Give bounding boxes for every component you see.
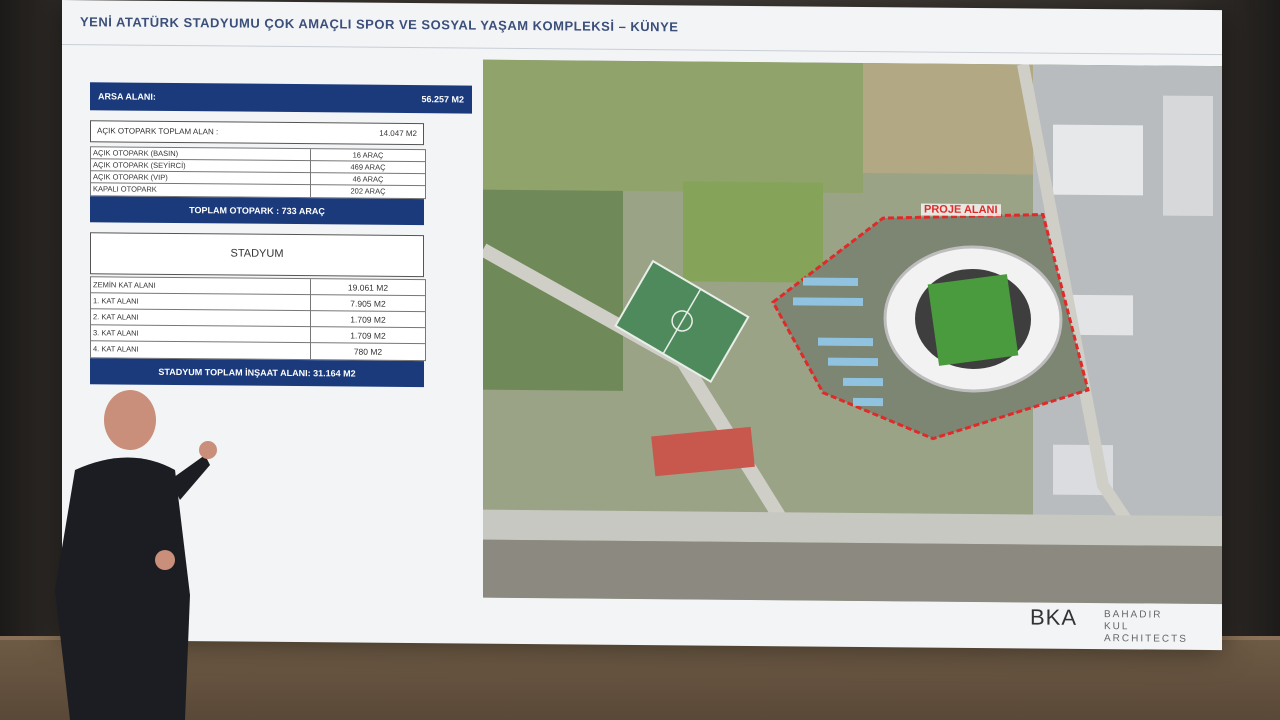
row-label: 3. KAT ALANI <box>93 328 139 338</box>
row-label: 2. KAT ALANI <box>93 312 139 322</box>
presenter-suit <box>55 457 190 720</box>
project-area-label: PROJE ALANI <box>921 203 1001 217</box>
stadyum-title: STADYUM <box>230 247 284 260</box>
otopark-total-bar: TOPLAM OTOPARK : 733 ARAÇ <box>90 196 424 226</box>
presenter-hand <box>199 441 217 459</box>
arsa-bar: ARSA ALANI: 56.257 M2 <box>90 82 472 114</box>
row-label: ZEMİN KAT ALANI <box>93 280 156 290</box>
table-row: KAPALI OTOPARK 202 ARAÇ <box>91 183 425 197</box>
logo-name: BAHADIR KUL ARCHITECTS <box>1104 609 1188 646</box>
aerial-map: PROJE ALANI <box>483 59 1222 605</box>
row-label: KAPALI OTOPARK <box>93 184 157 194</box>
row-value: 1.709 M2 <box>350 314 386 325</box>
presenter-hand-left <box>155 550 175 570</box>
row-value: 780 M2 <box>353 346 383 357</box>
title-divider <box>62 44 1222 56</box>
otopark-total: TOPLAM OTOPARK : 733 ARAÇ <box>189 205 325 217</box>
otopark-header-label: AÇIK OTOPARK TOPLAM ALAN : <box>97 126 219 137</box>
otopark-table: AÇIK OTOPARK (BASIN) 16 ARAÇ AÇIK OTOPAR… <box>90 146 426 200</box>
presenter <box>55 390 217 720</box>
arsa-value: 56.257 M2 <box>421 94 464 105</box>
row-value: 16 ARAÇ <box>352 150 384 160</box>
row-value: 1.709 M2 <box>350 330 386 341</box>
row-value: 202 ARAÇ <box>350 186 386 196</box>
otopark-header: AÇIK OTOPARK TOPLAM ALAN : 14.047 M2 <box>90 120 424 146</box>
table-row: 4. KAT ALANI 780 M2 <box>91 341 425 359</box>
row-label: AÇIK OTOPARK (VIP) <box>93 172 168 182</box>
row-label: AÇIK OTOPARK (SEYİRCİ) <box>93 160 186 171</box>
aerial-map-image <box>483 59 1222 605</box>
row-value: 469 ARAÇ <box>350 162 386 172</box>
logo-line2: ARCHITECTS <box>1104 633 1188 645</box>
stadyum-header: STADYUM <box>90 232 424 278</box>
slide-title: YENİ ATATÜRK STADYUMU ÇOK AMAÇLI SPOR VE… <box>80 14 679 35</box>
column-divider <box>310 149 311 198</box>
row-value: 46 ARAÇ <box>352 174 384 184</box>
row-label: AÇIK OTOPARK (BASIN) <box>93 148 179 159</box>
stadyum-total: STADYUM TOPLAM İNŞAAT ALANI: 31.164 M2 <box>158 366 356 379</box>
stadyum-table: ZEMİN KAT ALANI 19.061 M2 1. KAT ALANI 7… <box>90 276 426 362</box>
row-label: 1. KAT ALANI <box>93 296 139 306</box>
row-value: 19.061 M2 <box>347 282 389 293</box>
stadyum-total-bar: STADYUM TOPLAM İNŞAAT ALANI: 31.164 M2 <box>90 358 424 388</box>
arsa-label: ARSA ALANI: <box>98 91 156 102</box>
presenter-head <box>104 390 156 450</box>
row-label: 4. KAT ALANI <box>93 344 139 354</box>
otopark-header-value: 14.047 M2 <box>379 128 417 139</box>
row-value: 7.905 M2 <box>350 298 386 309</box>
logo-line1: BAHADIR KUL <box>1104 609 1163 633</box>
logo-mark: BKA <box>1030 604 1078 630</box>
column-divider <box>310 279 311 360</box>
